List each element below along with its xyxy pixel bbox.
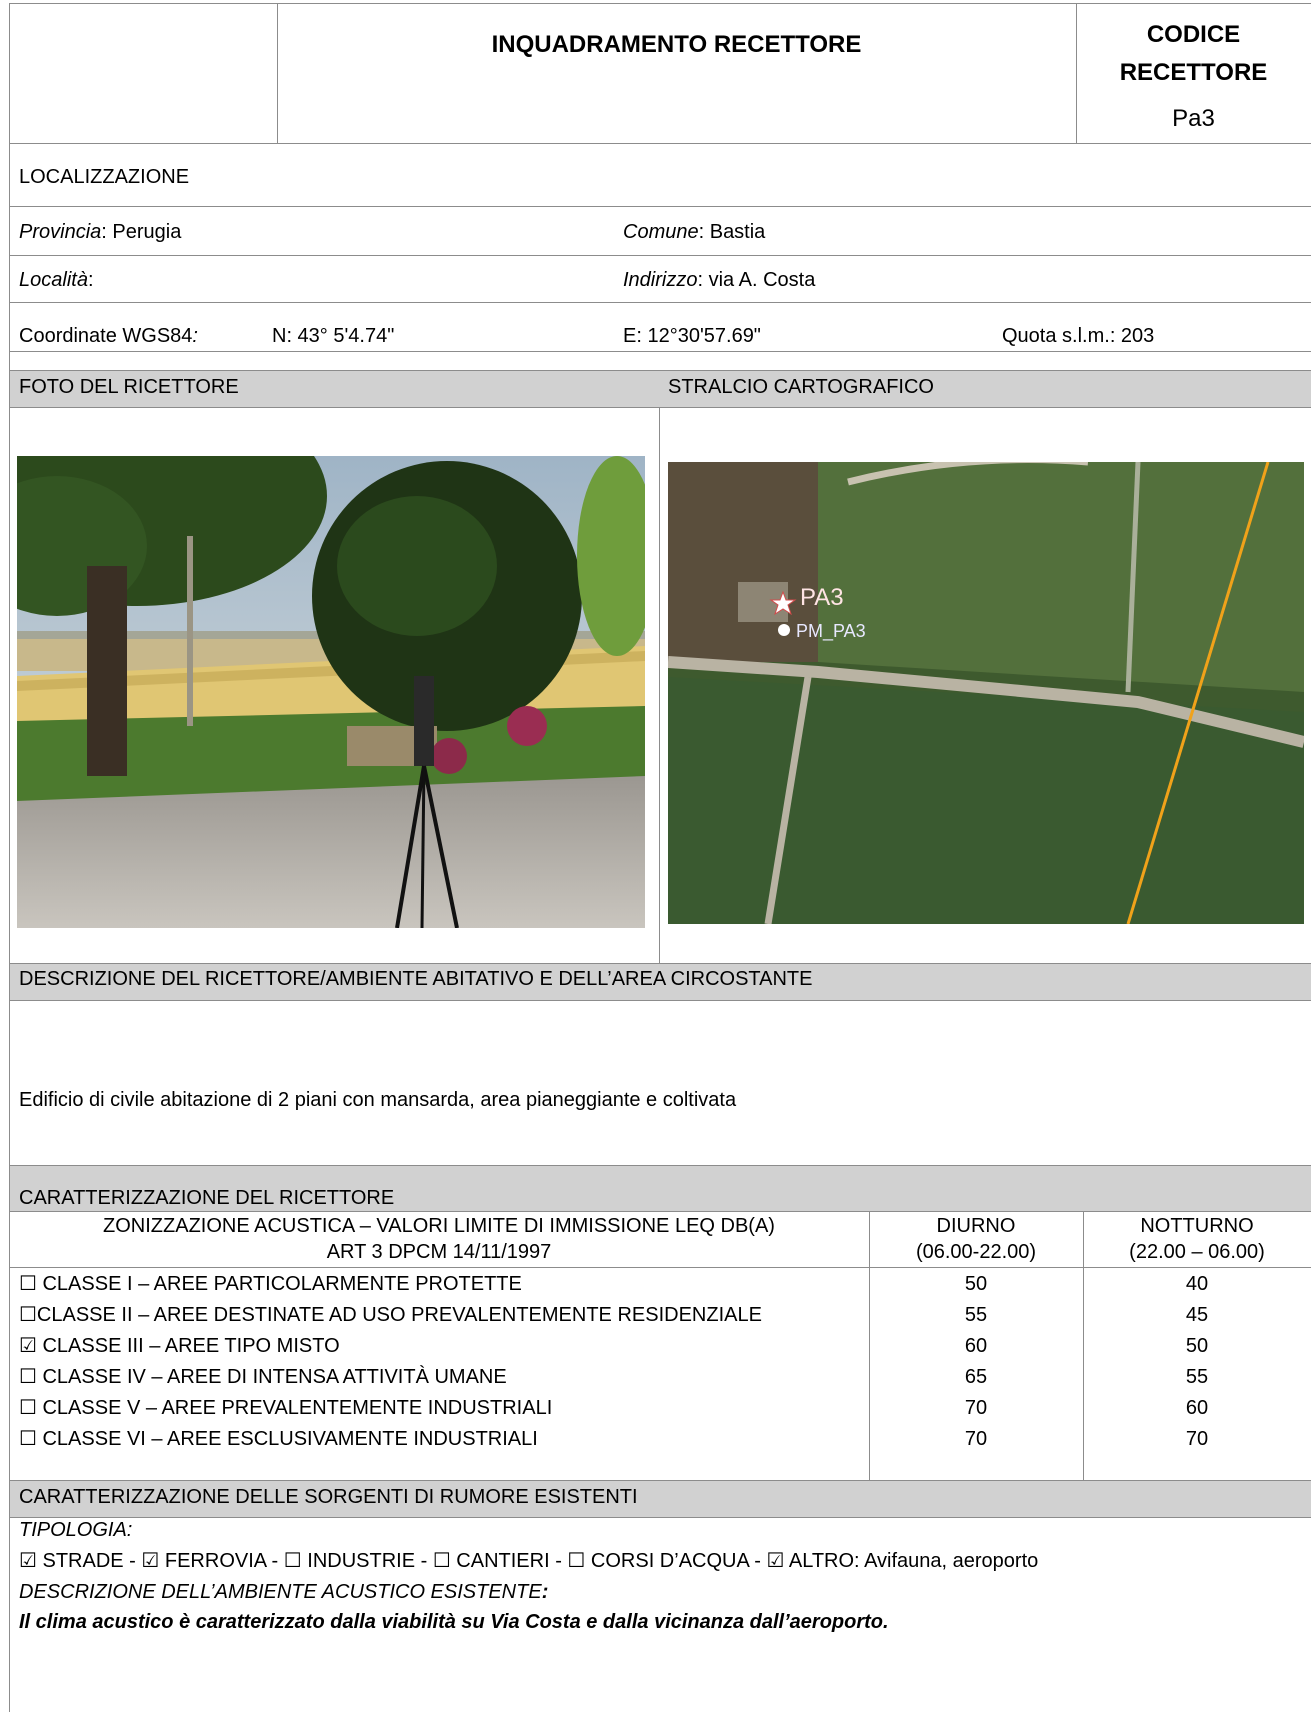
zoning-header-line1: ZONIZZAZIONE ACUSTICA – VALORI LIMITE DI… — [103, 1215, 775, 1237]
localita-label: Località — [19, 269, 88, 291]
class-row-night: 40 — [1185, 1273, 1209, 1295]
indirizzo-field: Indirizzo: via A. Costa — [623, 268, 815, 292]
coordinate-north: N: 43° 5'4.74" — [272, 325, 395, 347]
class-row-label: ☑ CLASSE III – AREE TIPO MISTO — [19, 1335, 340, 1357]
day-header-line1: DIURNO — [936, 1215, 1016, 1237]
class-row-day: 70 — [964, 1397, 988, 1419]
localita-value: : — [87, 269, 94, 291]
map-excerpt: PA3 PM_PA3 — [668, 462, 1304, 924]
description-heading: DESCRIZIONE DEL RICETTORE/AMBIENTE ABITA… — [19, 968, 813, 990]
class-row-night: 55 — [1185, 1366, 1209, 1388]
comune-value: : Bastia — [698, 221, 766, 243]
coord-label-colon: : — [192, 325, 198, 347]
class-row-label: ☐ CLASSE IV – AREE DI INTENSA ATTIVITÀ U… — [19, 1366, 507, 1388]
code-label-line2: RECETTORE — [1119, 59, 1268, 86]
comune-label: Comune — [623, 221, 699, 243]
sources-heading: CARATTERIZZAZIONE DELLE SORGENTI DI RUMO… — [19, 1486, 638, 1508]
class-row-label: ☐ CLASSE V – AREE PREVALENTEMENTE INDUST… — [19, 1397, 553, 1419]
class-row-day: 60 — [964, 1335, 988, 1357]
night-header-line2: (22.00 – 06.00) — [1129, 1241, 1265, 1263]
ambient-label-text: DESCRIZIONE DELL’AMBIENTE ACUSTICO ESIST… — [19, 1581, 542, 1603]
map-point-label: PM_PA3 — [796, 621, 866, 642]
characterization-heading: CARATTERIZZAZIONE DEL RICETTORE — [19, 1187, 395, 1209]
indirizzo-label: Indirizzo — [623, 269, 698, 291]
night-header-line1: NOTTURNO — [1140, 1215, 1254, 1237]
coordinates-label: Coordinate WGS84: — [19, 324, 198, 348]
class-row-day: 70 — [964, 1428, 988, 1450]
localization-heading: LOCALIZZAZIONE — [19, 166, 190, 188]
class-row-night: 70 — [1185, 1428, 1209, 1450]
code-label-line1: CODICE — [1146, 21, 1241, 48]
tipologia-values: ☑ STRADE - ☑ FERROVIA - ☐ INDUSTRIE - ☐ … — [19, 1550, 1039, 1572]
class-row-night: 45 — [1185, 1304, 1209, 1326]
class-row-label: ☐ CLASSE VI – AREE ESCLUSIVAMENTE INDUST… — [19, 1428, 538, 1450]
description-text: Edificio di civile abitazione di 2 piani… — [19, 1089, 737, 1111]
photo-heading: FOTO DEL RICETTORE — [19, 376, 239, 398]
receiver-code: Pa3 — [1172, 105, 1215, 132]
ambient-description: Il clima acustico è caratterizzato dalla… — [19, 1611, 889, 1633]
comune-field: Comune: Bastia — [623, 220, 765, 244]
provincia-value: : Perugia — [101, 221, 182, 243]
tipologia-label: TIPOLOGIA: — [19, 1519, 133, 1541]
class-row-day: 65 — [964, 1366, 988, 1388]
coord-label-text: Coordinate WGS84 — [19, 325, 193, 347]
provincia-field: Provincia: Perugia — [19, 220, 181, 244]
indirizzo-value: : via A. Costa — [697, 269, 816, 291]
receiver-photo — [17, 456, 645, 928]
provincia-label: Provincia — [19, 221, 102, 243]
class-row-day: 55 — [964, 1304, 988, 1326]
class-row-night: 60 — [1185, 1397, 1209, 1419]
class-row-day: 50 — [964, 1273, 988, 1295]
map-receiver-label: PA3 — [800, 584, 844, 611]
document-title: INQUADRAMENTO RECETTORE — [491, 31, 862, 58]
day-header-line2: (06.00-22.00) — [915, 1241, 1037, 1263]
ambient-label: DESCRIZIONE DELL’AMBIENTE ACUSTICO ESIST… — [19, 1580, 548, 1604]
zoning-header-line2: ART 3 DPCM 14/11/1997 — [326, 1241, 552, 1263]
ambient-label-colon: : — [541, 1581, 549, 1603]
coordinate-east: E: 12°30'57.69" — [623, 325, 761, 347]
class-row-night: 50 — [1185, 1335, 1209, 1357]
quota: Quota s.l.m.: 203 — [1002, 325, 1155, 347]
class-row-label: ☐CLASSE II – AREE DESTINATE AD USO PREVA… — [19, 1304, 762, 1326]
class-row-label: ☐ CLASSE I – AREE PARTICOLARMENTE PROTET… — [19, 1273, 522, 1295]
localita-field: Località: — [19, 268, 94, 292]
map-heading: STRALCIO CARTOGRAFICO — [668, 376, 934, 398]
